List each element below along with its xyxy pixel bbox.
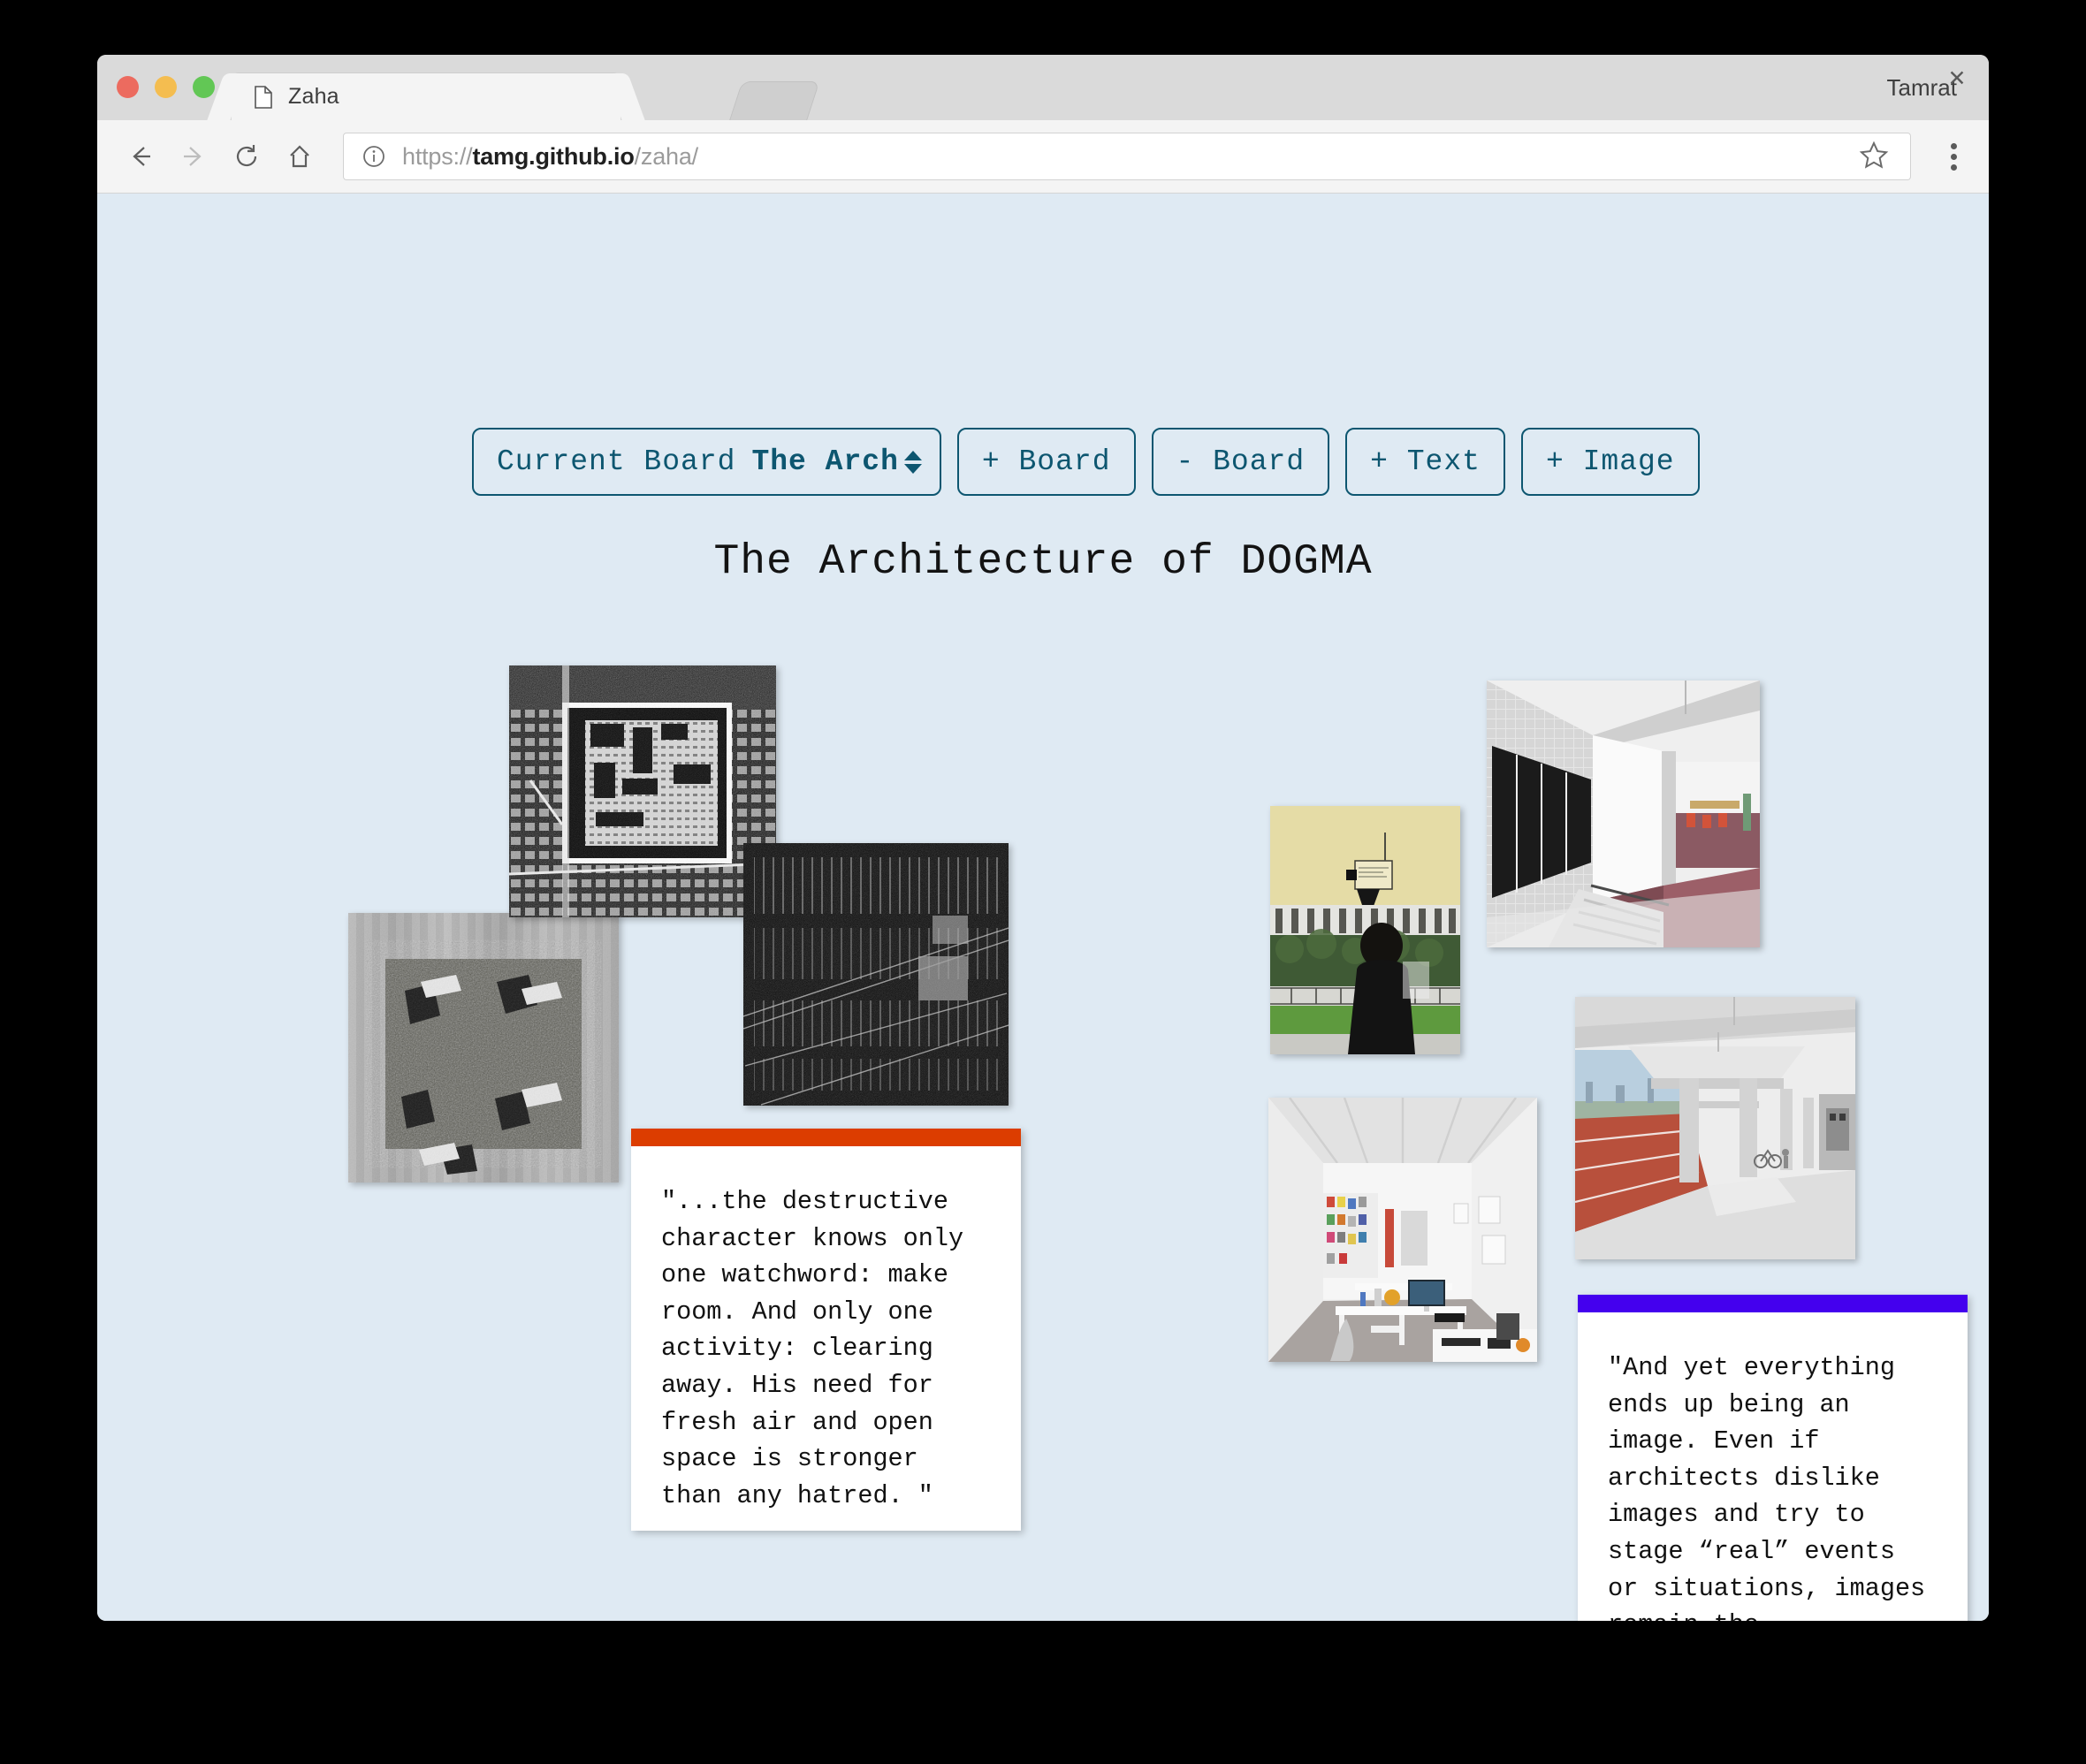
current-board-label: Current Board <box>497 445 735 478</box>
close-icon[interactable]: ✕ <box>1945 66 1969 91</box>
kebab-menu-icon[interactable] <box>1929 143 1978 171</box>
browser-tab-zaha[interactable]: Zaha <box>232 73 620 120</box>
add-image-button[interactable]: + Image <box>1521 428 1700 496</box>
board-canvas: Current Board The Arch + Board - Board +… <box>97 194 1989 1621</box>
page-title: The Architecture of DOGMA <box>97 538 1989 586</box>
board-image-render-corridor-red-carpet[interactable] <box>1487 681 1760 947</box>
quote-card-accent-bar <box>631 1129 1021 1146</box>
current-board-value: The Arch <box>751 445 898 478</box>
remove-board-button[interactable]: - Board <box>1152 428 1330 496</box>
browser-window: Zaha ✕ Tamrat https://tamg.github.io/zah… <box>97 55 1989 1621</box>
board-image-aerial-dark-grid[interactable] <box>743 843 1009 1106</box>
quote-card-destructive-character[interactable]: "...the destructive character knows only… <box>631 1129 1021 1531</box>
maximize-window-button[interactable] <box>193 76 215 98</box>
quote-card-everything-image[interactable]: "And yet everything ends up being an ima… <box>1578 1295 1968 1621</box>
quote-card-accent-bar <box>1578 1295 1968 1312</box>
collage-man-tower-graphic <box>1270 806 1460 1054</box>
close-window-button[interactable] <box>117 76 139 98</box>
current-board-select[interactable]: Current Board The Arch <box>472 428 941 496</box>
aerial-dark-grid-graphic <box>743 843 1009 1106</box>
aerial-fields-graphic <box>348 913 619 1182</box>
render-colonnade-graphic <box>1575 997 1855 1259</box>
url-host: tamg.github.io <box>472 143 634 170</box>
board-image-aerial-fields[interactable] <box>348 913 619 1182</box>
url-path: /zaha/ <box>635 143 698 170</box>
browser-toolbar: https://tamg.github.io/zaha/ <box>97 120 1989 194</box>
home-icon[interactable] <box>279 136 320 177</box>
star-icon[interactable] <box>1859 141 1889 175</box>
tab-strip: Zaha ✕ Tamrat <box>97 55 1989 120</box>
arrow-right-icon[interactable] <box>173 136 214 177</box>
board-image-collage-man-tower[interactable] <box>1270 806 1460 1054</box>
tab-title: Zaha <box>288 84 339 110</box>
add-text-button[interactable]: + Text <box>1345 428 1505 496</box>
info-circle-icon[interactable] <box>362 144 386 169</box>
aerial-urban-plan-graphic <box>509 665 776 917</box>
render-studio-graphic <box>1268 1098 1537 1362</box>
board-toolbar: Current Board The Arch + Board - Board +… <box>472 428 1700 496</box>
url-scheme: https:// <box>402 143 472 170</box>
minimize-window-button[interactable] <box>155 76 177 98</box>
board-image-render-colonnade-track[interactable] <box>1575 997 1855 1259</box>
document-icon <box>255 86 272 109</box>
url-text: https://tamg.github.io/zaha/ <box>402 143 698 171</box>
updown-spinner-icon <box>904 451 922 474</box>
board-image-render-studio-interior[interactable] <box>1268 1098 1537 1362</box>
arrow-left-icon[interactable] <box>120 136 161 177</box>
quote-card-text: "And yet everything ends up being an ima… <box>1578 1312 1968 1621</box>
quote-card-text: "...the destructive character knows only… <box>631 1146 1021 1544</box>
reload-icon[interactable] <box>226 136 267 177</box>
add-board-button[interactable]: + Board <box>957 428 1136 496</box>
render-corridor-graphic <box>1487 681 1760 947</box>
address-bar[interactable]: https://tamg.github.io/zaha/ <box>343 133 1911 180</box>
window-controls <box>117 76 215 98</box>
board-image-aerial-urban-plan[interactable] <box>509 665 776 917</box>
new-tab-button[interactable] <box>729 81 820 122</box>
